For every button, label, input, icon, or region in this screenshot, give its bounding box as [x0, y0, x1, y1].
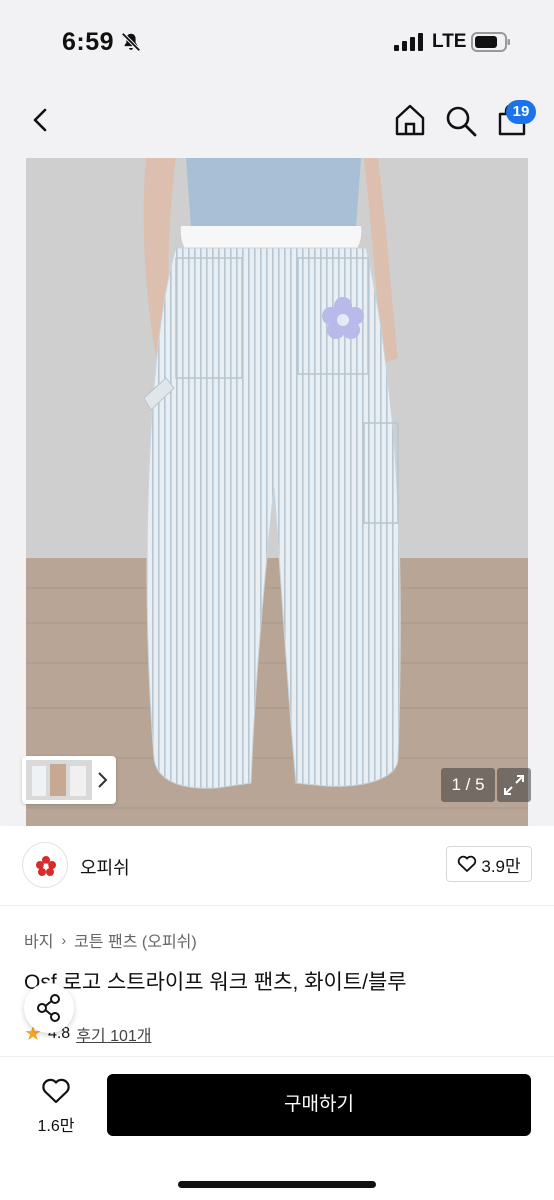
brand-like-count: 3.9만	[481, 856, 521, 876]
wishlist-button[interactable]: 1.6만	[28, 1077, 84, 1136]
buy-button[interactable]: 구매하기	[107, 1074, 531, 1136]
bottom-action-bar: 1.6만 구매하기	[0, 1056, 554, 1200]
breadcrumb-category[interactable]: 바지	[24, 928, 53, 952]
cart-count-badge: 19	[506, 100, 536, 124]
back-icon[interactable]	[26, 106, 54, 134]
home-indicator	[178, 1181, 376, 1188]
product-photo[interactable]	[26, 158, 528, 826]
home-icon[interactable]	[392, 102, 428, 138]
breadcrumb: 바지 › 코튼 팬츠 (오피쉬)	[24, 928, 197, 952]
signal-icon	[394, 33, 423, 51]
product-title: Osf 로고 스트라이프 워크 팬츠, 화이트/블루	[24, 971, 407, 994]
search-icon[interactable]	[444, 104, 478, 138]
status-time: 6:59	[62, 28, 115, 56]
brand-like-button[interactable]: 3.9만	[446, 846, 532, 882]
thumbnail-strip[interactable]	[22, 756, 116, 804]
status-bar: 6:59 LTE	[0, 0, 554, 80]
wishlist-count: 1.6만	[37, 1118, 75, 1135]
product-photo-illustration	[26, 158, 528, 826]
top-nav: 19	[0, 80, 554, 158]
brand-name[interactable]: 오피쉬	[80, 854, 130, 880]
reviews-link[interactable]: 후기 101개	[76, 1022, 151, 1046]
heart-icon	[458, 855, 477, 872]
brand-row: 오피쉬 3.9만	[0, 826, 554, 906]
heart-icon	[42, 1078, 70, 1104]
bell-muted-icon	[121, 32, 141, 52]
share-button[interactable]	[24, 983, 74, 1033]
product-gallery[interactable]: 1 / 5	[0, 158, 554, 826]
brand-logo[interactable]	[22, 842, 68, 888]
share-icon	[37, 994, 60, 1022]
chevron-right-icon: ›	[61, 932, 67, 948]
battery-icon	[471, 32, 510, 52]
expand-icon[interactable]	[497, 768, 531, 802]
image-counter: 1 / 5	[441, 768, 495, 802]
network-label: LTE	[432, 31, 467, 52]
breadcrumb-subcategory[interactable]: 코튼 팬츠 (오피쉬)	[74, 928, 197, 952]
thumbnail-image[interactable]	[26, 760, 92, 800]
chevron-right-icon[interactable]	[96, 770, 110, 790]
